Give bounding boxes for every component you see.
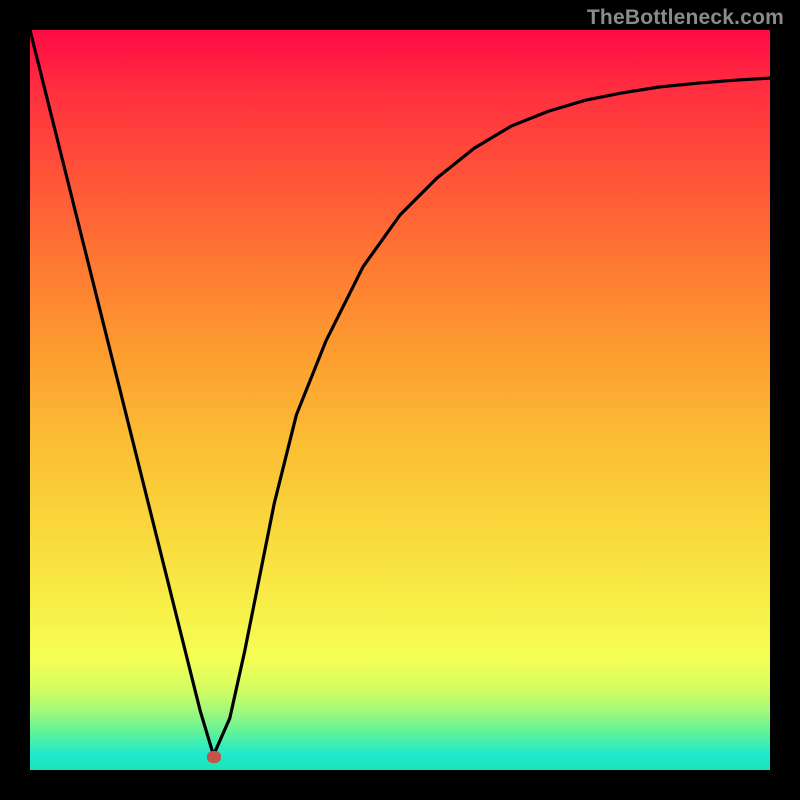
optimal-marker [207, 751, 221, 763]
bottleneck-curve [30, 30, 770, 755]
plot-area [30, 30, 770, 770]
curve-svg [30, 30, 770, 770]
watermark-text: TheBottleneck.com [587, 6, 784, 30]
chart-frame: TheBottleneck.com [0, 0, 800, 800]
